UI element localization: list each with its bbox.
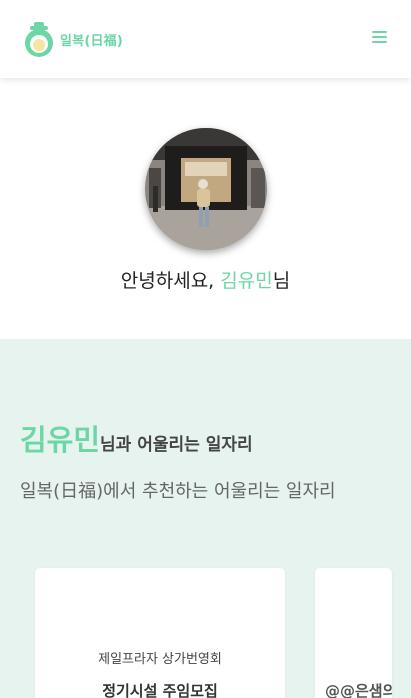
recommend-title-rest: 님과 어울리는 일자리 [100,435,253,455]
job-card-title: 정기시설 주임모집 [102,682,218,698]
greeting-suffix: 님 [272,270,291,292]
top-header: 일복(日福) [0,0,411,78]
recommend-title: 김유민님과 어울리는 일자리 [20,417,253,459]
home-logo-link[interactable]: 일복(日福) [22,20,123,58]
recommend-title-name: 김유민 [20,423,101,457]
hamburger-menu-icon[interactable] [372,31,387,44]
recommend-subtitle: 일복(日福)에서 추천하는 어울리는 일자리 [20,481,336,502]
recommend-section: 김유민님과 어울리는 일자리 일복(日福)에서 추천하는 어울리는 일자리 제일… [0,339,411,698]
avatar-photo [145,128,267,250]
logo-text: 일복(日福) [60,33,124,49]
user-name: 김유민 [220,270,273,292]
rice-bowl-logo-icon [25,22,53,57]
job-card[interactable]: @@은샘의 [315,568,392,698]
job-card-organization: 제일프라자 상가번영회 [98,652,222,667]
profile-avatar [145,128,267,250]
profile-section: 안녕하세요, 김유민님 [0,78,411,339]
job-card[interactable]: 제일프라자 상가번영회 정기시설 주임모집 [35,568,285,698]
job-card-title: @@은샘의 [325,682,392,698]
greeting-text: 안녕하세요, 김유민님 [0,266,411,293]
greeting-prefix: 안녕하세요, [120,270,221,292]
